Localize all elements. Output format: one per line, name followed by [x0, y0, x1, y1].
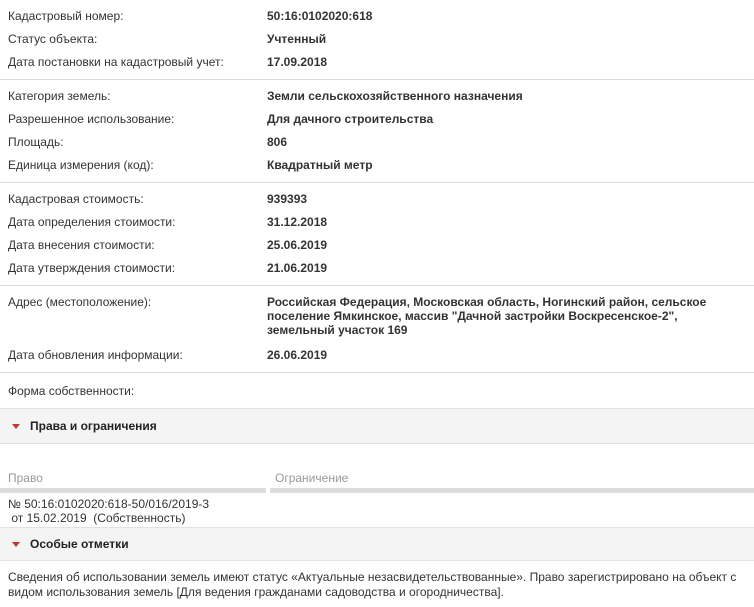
cost-determination-date-label: Дата определения стоимости: — [8, 215, 176, 229]
address-value: Российская Федерация, Московская область… — [267, 295, 707, 337]
divider — [0, 182, 754, 183]
cost-entry-date-label: Дата внесения стоимости: — [8, 238, 155, 252]
triangle-down-icon — [12, 542, 20, 547]
permitted-use-label: Разрешенное использование: — [8, 112, 175, 126]
col-right-header: Право — [8, 471, 43, 485]
update-date-label: Дата обновления информации: — [8, 348, 183, 362]
triangle-down-icon — [12, 424, 20, 429]
cadastral-cost-label: Кадастровая стоимость: — [8, 192, 144, 206]
divider — [0, 79, 754, 80]
cadastral-number-label: Кадастровый номер: — [8, 9, 124, 23]
cost-approval-date-label: Дата утверждения стоимости: — [8, 261, 176, 275]
address-label: Адрес (местоположение): — [8, 295, 152, 309]
cost-entry-date-value: 25.06.2019 — [267, 238, 328, 252]
object-status-value: Учтенный — [267, 32, 327, 46]
land-category-value: Земли сельскохозяйственного назначения — [267, 89, 523, 103]
col-restriction-bar — [270, 488, 754, 493]
cost-approval-date-value: 21.06.2019 — [267, 261, 328, 275]
special-notes-header[interactable]: Особые отметки — [0, 527, 754, 561]
object-status-label: Статус объекта: — [8, 32, 98, 46]
col-restriction-header: Ограничение — [275, 471, 349, 485]
rights-section-header[interactable]: Права и ограничения — [0, 408, 754, 444]
unit-value: Квадратный метр — [267, 158, 373, 172]
rights-table-header: Право Ограничение — [0, 461, 754, 493]
cadastral-cost-value: 939393 — [267, 192, 308, 206]
ownership-form-label: Форма собственности: — [8, 384, 135, 398]
special-notes-title: Особые отметки — [30, 537, 129, 551]
rights-section-title: Права и ограничения — [30, 419, 157, 433]
registration-date-value: 17.09.2018 — [267, 55, 328, 69]
divider — [0, 285, 754, 286]
unit-label: Единица измерения (код): — [8, 158, 154, 172]
area-value: 806 — [267, 135, 288, 149]
right-date: от 15.02.2019 (Собственность) — [8, 511, 186, 525]
area-label: Площадь: — [8, 135, 64, 149]
permitted-use-value: Для дачного строительства — [267, 112, 434, 126]
divider — [0, 372, 754, 373]
cadastral-number-value: 50:16:0102020:618 — [267, 9, 373, 23]
update-date-value: 26.06.2019 — [267, 348, 328, 362]
land-category-label: Категория земель: — [8, 89, 111, 103]
right-number: № 50:16:0102020:618-50/016/2019-3 — [8, 497, 210, 511]
registration-date-label: Дата постановки на кадастровый учет: — [8, 55, 224, 69]
special-notes-text: Сведения об использовании земель имеют с… — [8, 570, 737, 599]
cost-determination-date-value: 31.12.2018 — [267, 215, 328, 229]
col-right-bar — [0, 488, 266, 493]
